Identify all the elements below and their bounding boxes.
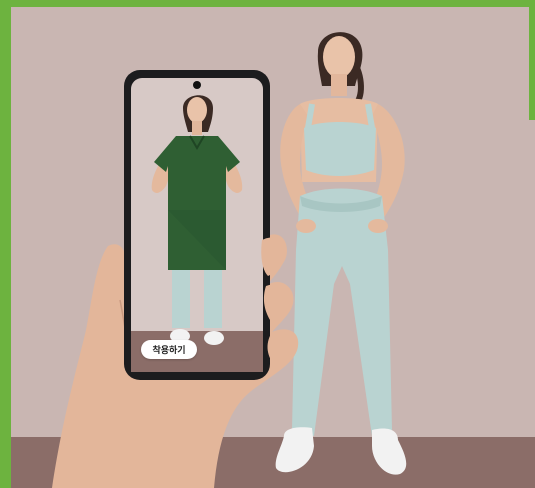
background-model bbox=[275, 32, 407, 475]
model-right-shoe bbox=[372, 428, 407, 475]
model-sports-bra bbox=[304, 122, 376, 176]
phone-camera bbox=[193, 81, 201, 89]
model-left-shoe bbox=[275, 427, 314, 473]
scene: 착용하기 bbox=[0, 0, 535, 488]
phone bbox=[124, 70, 270, 380]
scene-illustration bbox=[52, 32, 407, 488]
model-face bbox=[323, 36, 355, 78]
try-on-button[interactable]: 착용하기 bbox=[141, 340, 197, 359]
